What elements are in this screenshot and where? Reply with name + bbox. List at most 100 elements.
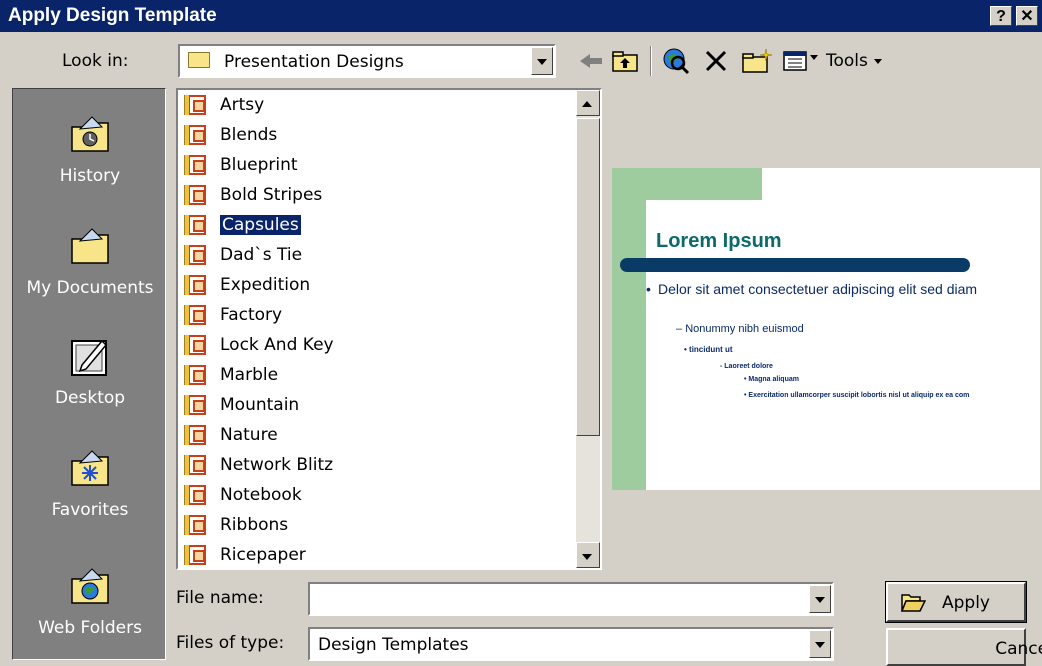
- history-icon: [71, 116, 109, 152]
- folder-icon: [188, 52, 210, 68]
- file-item[interactable]: Network Blitz: [182, 450, 334, 480]
- chevron-down-icon: [873, 58, 882, 64]
- ppt-template-icon: [184, 155, 206, 175]
- file-item-label: Notebook: [220, 485, 302, 505]
- files-of-type-value: Design Templates: [318, 635, 469, 655]
- file-item[interactable]: Marble: [182, 360, 334, 390]
- file-item[interactable]: Dad`s Tie: [182, 240, 334, 270]
- preview-bullet-4: - Laoreet dolore: [720, 363, 773, 370]
- tools-menu[interactable]: Tools: [826, 51, 882, 71]
- favorites-icon: [71, 450, 109, 486]
- web-folders-icon: [71, 568, 109, 604]
- my-documents-icon: [71, 228, 109, 264]
- preview-bullet-5-text: Magna aliquam: [748, 376, 799, 383]
- file-item-label: Blueprint: [220, 155, 298, 175]
- look-in-label: Look in:: [62, 51, 129, 71]
- file-item[interactable]: Mountain: [182, 390, 334, 420]
- files-of-type-label: Files of type:: [176, 633, 285, 653]
- file-item-label: Dad`s Tie: [220, 245, 303, 265]
- preview-green-band: [612, 168, 646, 490]
- file-item-label: Ricepaper: [220, 545, 306, 565]
- ppt-template-icon: [184, 275, 206, 295]
- place-favorites[interactable]: Favorites: [13, 447, 167, 520]
- cancel-label: Cancel: [995, 639, 1042, 659]
- file-item-label: Expedition: [220, 275, 311, 295]
- views-icon[interactable]: [782, 47, 808, 75]
- place-web-folders[interactable]: Web Folders: [13, 565, 167, 638]
- files-of-type-dropdown-button[interactable]: [809, 630, 831, 658]
- file-item[interactable]: Ribbons: [182, 510, 334, 540]
- place-history[interactable]: History: [13, 113, 167, 186]
- ppt-template-icon: [184, 395, 206, 415]
- file-list[interactable]: Artsy Blends Blueprint Bold Stripes Capsules…: [176, 88, 602, 570]
- places-bar: History My Documents Desktop Favorites W…: [12, 88, 166, 660]
- file-item[interactable]: Nature: [182, 420, 334, 450]
- file-item[interactable]: Factory: [182, 300, 334, 330]
- close-button[interactable]: ✕: [1016, 6, 1038, 26]
- scroll-thumb[interactable]: [576, 118, 600, 436]
- place-label: My Documents: [26, 278, 154, 298]
- up-one-level-icon[interactable]: [610, 47, 640, 75]
- chevron-down-icon: [537, 59, 547, 65]
- new-folder-icon[interactable]: [740, 47, 774, 75]
- file-name-label-text: File name:: [176, 588, 264, 608]
- file-name-field[interactable]: [308, 582, 834, 616]
- file-item-label: Capsules: [220, 215, 301, 235]
- ppt-template-icon: [184, 425, 206, 445]
- file-item[interactable]: Capsules: [182, 210, 334, 240]
- file-item[interactable]: Ricepaper: [182, 540, 334, 570]
- preview-bullet-1-text: Delor sit amet consectetuer adipiscing e…: [658, 281, 978, 297]
- look-in-dropdown-button[interactable]: [531, 47, 553, 75]
- file-item[interactable]: Artsy: [182, 90, 334, 120]
- delete-icon[interactable]: [702, 47, 730, 75]
- scroll-up-button[interactable]: [576, 90, 600, 116]
- files-of-type-dropdown[interactable]: Design Templates: [308, 627, 834, 661]
- place-label: Favorites: [51, 500, 129, 520]
- desktop-icon: [71, 339, 108, 376]
- file-item[interactable]: Blueprint: [182, 150, 334, 180]
- preview-bullet-4-text: Laoreet dolore: [724, 363, 773, 370]
- file-item[interactable]: Notebook: [182, 480, 334, 510]
- place-label: Desktop: [54, 388, 126, 408]
- cancel-button[interactable]: Cancel: [886, 628, 1042, 666]
- preview-bullet-6: • Exercitation ullamcorper suscipit lobo…: [744, 392, 970, 399]
- ppt-template-icon: [184, 95, 206, 115]
- ppt-template-icon: [184, 215, 206, 235]
- file-name-dropdown-button[interactable]: [809, 585, 831, 613]
- apply-button[interactable]: Apply: [885, 581, 1027, 623]
- views-dropdown-icon[interactable]: [810, 55, 818, 60]
- preview-bullet-3: • tincidunt ut: [684, 345, 733, 354]
- look-in-dropdown[interactable]: Presentation Designs: [178, 44, 556, 78]
- ppt-template-icon: [184, 185, 206, 205]
- ppt-template-icon: [184, 515, 206, 535]
- help-button[interactable]: ?: [990, 6, 1012, 26]
- place-desktop[interactable]: Desktop: [13, 335, 167, 408]
- file-item[interactable]: Blends: [182, 120, 334, 150]
- preview-bullet-2: – Nonummy nibh euismod: [676, 323, 804, 335]
- file-item[interactable]: Expedition: [182, 270, 334, 300]
- file-item[interactable]: Lock And Key: [182, 330, 334, 360]
- ppt-template-icon: [184, 485, 206, 505]
- ppt-template-icon: [184, 335, 206, 355]
- file-item-label: Lock And Key: [220, 335, 334, 355]
- vertical-scrollbar[interactable]: [576, 90, 600, 568]
- chevron-up-icon: [582, 101, 592, 107]
- back-icon[interactable]: [576, 47, 606, 75]
- file-item-label: Bold Stripes: [220, 185, 323, 205]
- search-web-icon[interactable]: [660, 47, 692, 75]
- place-label: Web Folders: [38, 618, 142, 638]
- preview-title-bar: [620, 258, 970, 272]
- file-item[interactable]: Bold Stripes: [182, 180, 334, 210]
- file-item-label: Artsy: [220, 95, 265, 115]
- preview-title: Lorem Ipsum: [656, 230, 782, 252]
- preview-bullet-2-text: Nonummy nibh euismod: [685, 323, 804, 335]
- place-my-documents[interactable]: My Documents: [13, 225, 167, 298]
- file-items: Artsy Blends Blueprint Bold Stripes Capsules…: [182, 90, 334, 570]
- preview-bullet-1: • Delor sit amet consectetuer adipiscing …: [646, 281, 978, 297]
- file-item-label: Mountain: [220, 395, 300, 415]
- apply-label: Apply: [942, 593, 990, 613]
- ppt-template-icon: [184, 305, 206, 325]
- look-in-value: Presentation Designs: [224, 52, 404, 72]
- file-item-label: Blends: [220, 125, 278, 145]
- scroll-down-button[interactable]: [576, 542, 600, 568]
